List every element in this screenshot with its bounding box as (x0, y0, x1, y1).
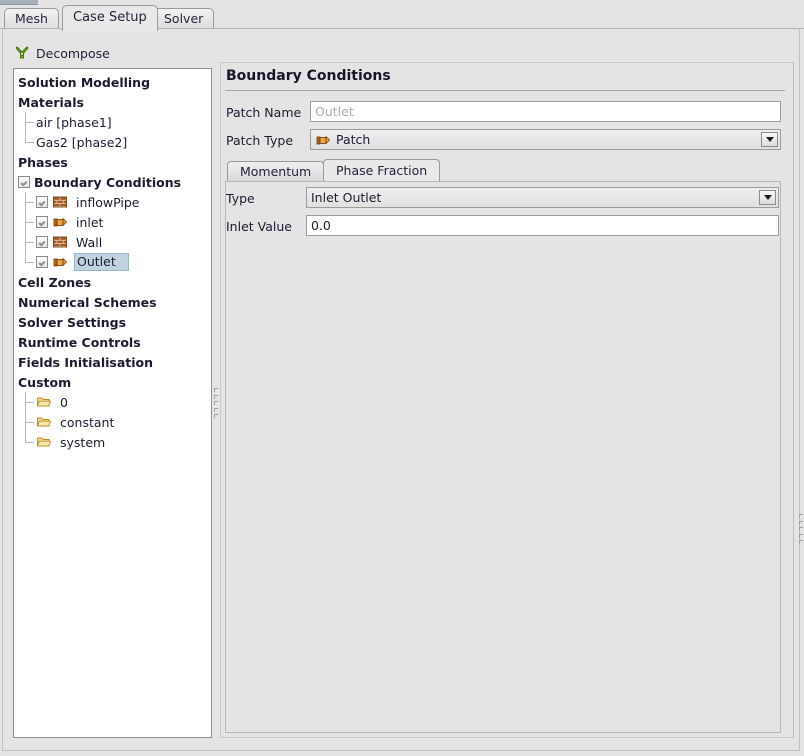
tree-item-materials[interactable]: Materials (14, 92, 211, 112)
case-tree: Solution Modelling Materials air [phase1] G… (14, 69, 211, 452)
wall-icon (52, 234, 72, 250)
tree-item-label: Wall (76, 234, 103, 250)
tree-connector (18, 252, 36, 272)
tab-momentum[interactable]: Momentum (227, 161, 325, 181)
patch-type-row: Patch Type (226, 129, 293, 151)
type-row: Type (226, 187, 255, 209)
tree-item-constant[interactable]: constant (14, 412, 211, 432)
tab-solver[interactable]: Solver (153, 8, 215, 29)
tree-item-checkbox[interactable] (18, 176, 30, 188)
tree-item-numerical-schemes[interactable]: Numerical Schemes (14, 292, 211, 312)
folder-icon (36, 434, 56, 450)
patch-type-value: Patch (336, 132, 371, 147)
patch-type-label: Patch Type (226, 132, 294, 148)
tree-item-label: system (60, 434, 106, 450)
tree-item-label: 0 (60, 394, 68, 410)
tree-item-phases[interactable]: Phases (14, 152, 211, 172)
tree-item-label: Materials (18, 94, 84, 110)
main-tab-bar: Mesh Case Setup Solver (0, 5, 804, 31)
patch-type-dropdown[interactable]: Patch (310, 129, 781, 150)
inlet-value-input[interactable]: 0.0 (306, 215, 779, 236)
application-window: Mesh Case Setup Solver Decompose Solutio… (0, 0, 804, 756)
tree-connector (18, 132, 36, 152)
inlet-value-label: Inlet Value (226, 218, 292, 234)
tab-mesh[interactable]: Mesh (4, 8, 59, 29)
tree-item-air-phase1[interactable]: air [phase1] (14, 112, 211, 132)
patch-icon (315, 132, 331, 148)
tree-item-label: Runtime Controls (18, 334, 141, 350)
tree-item-label: Numerical Schemes (18, 294, 157, 310)
tab-case-setup[interactable]: Case Setup (62, 5, 158, 31)
tree-item-label: Fields Initialisation (18, 354, 154, 370)
patch-icon (52, 214, 72, 230)
tree-connector (18, 432, 36, 452)
tree-item-label: Cell Zones (18, 274, 92, 290)
type-dropdown[interactable]: Inlet Outlet (306, 187, 779, 208)
boundary-conditions-panel: Boundary Conditions Patch Name Outlet Pa… (220, 62, 794, 738)
tree-item-cell-zones[interactable]: Cell Zones (14, 272, 211, 292)
tree-connector (18, 112, 36, 132)
tree-item-label: Solution Modelling (18, 74, 151, 90)
tree-item-solver-settings[interactable]: Solver Settings (14, 312, 211, 332)
tree-item-label: Outlet (74, 253, 129, 271)
tree-item-label: inflowPipe (76, 194, 140, 210)
vertical-splitter-handle[interactable] (212, 388, 219, 418)
tree-item-outlet[interactable]: Outlet (14, 252, 211, 272)
inlet-value-row: Inlet Value (226, 215, 292, 237)
tree-item-inlet[interactable]: inlet (14, 212, 211, 232)
folder-icon (36, 394, 56, 410)
type-value: Inlet Outlet (311, 190, 382, 205)
tree-item-checkbox[interactable] (36, 236, 48, 248)
decompose-label: Decompose (36, 45, 110, 61)
tree-item-label: air [phase1] (36, 114, 112, 130)
patch-icon (52, 254, 72, 270)
tree-item-label: inlet (76, 214, 104, 230)
tree-item-runtime-controls[interactable]: Runtime Controls (14, 332, 211, 352)
wall-icon (52, 194, 72, 210)
tree-connector (18, 392, 36, 412)
tree-item-custom[interactable]: Custom (14, 372, 211, 392)
right-splitter-handle[interactable] (797, 514, 804, 544)
patch-name-label: Patch Name (226, 104, 302, 120)
decompose-icon (14, 45, 30, 61)
tree-item-checkbox[interactable] (36, 196, 48, 208)
tree-item-boundary-conditions[interactable]: Boundary Conditions (14, 172, 211, 192)
tree-item-system[interactable]: system (14, 432, 211, 452)
tree-item-label: constant (60, 414, 115, 430)
phase-fraction-panel (225, 181, 781, 733)
tree-item-label: Phases (18, 154, 68, 170)
tree-item-checkbox[interactable] (36, 216, 48, 228)
type-label: Type (226, 190, 255, 206)
tree-item-label: Custom (18, 374, 72, 390)
tree-item-label: Solver Settings (18, 314, 127, 330)
title-divider (225, 90, 785, 91)
tree-item-gas2-phase2[interactable]: Gas2 [phase2] (14, 132, 211, 152)
patch-name-row: Patch Name (226, 101, 301, 123)
tree-item-wall[interactable]: Wall (14, 232, 211, 252)
tree-item-label: Boundary Conditions (34, 174, 182, 190)
tree-item-0[interactable]: 0 (14, 392, 211, 412)
tree-connector (18, 232, 36, 252)
folder-icon (36, 414, 56, 430)
tree-connector (18, 212, 36, 232)
chevron-down-icon[interactable] (759, 190, 776, 205)
page-title: Boundary Conditions (226, 68, 391, 84)
tree-connector (18, 192, 36, 212)
tree-item-fields-initialisation[interactable]: Fields Initialisation (14, 352, 211, 372)
case-tree-panel[interactable]: Solution Modelling Materials air [phase1] G… (13, 68, 212, 738)
tree-connector (18, 412, 36, 432)
chevron-down-icon[interactable] (761, 132, 778, 147)
tree-item-checkbox[interactable] (36, 256, 48, 268)
patch-name-input[interactable]: Outlet (310, 101, 781, 122)
tree-item-solution-modelling[interactable]: Solution Modelling (14, 72, 211, 92)
tab-phase-fraction[interactable]: Phase Fraction (323, 159, 441, 181)
tree-item-label: Gas2 [phase2] (36, 134, 128, 150)
tree-item-inflowpipe[interactable]: inflowPipe (14, 192, 211, 212)
boundary-condition-tab-bar: Momentum Phase Fraction (225, 159, 781, 181)
decompose-button[interactable]: Decompose (14, 42, 110, 64)
